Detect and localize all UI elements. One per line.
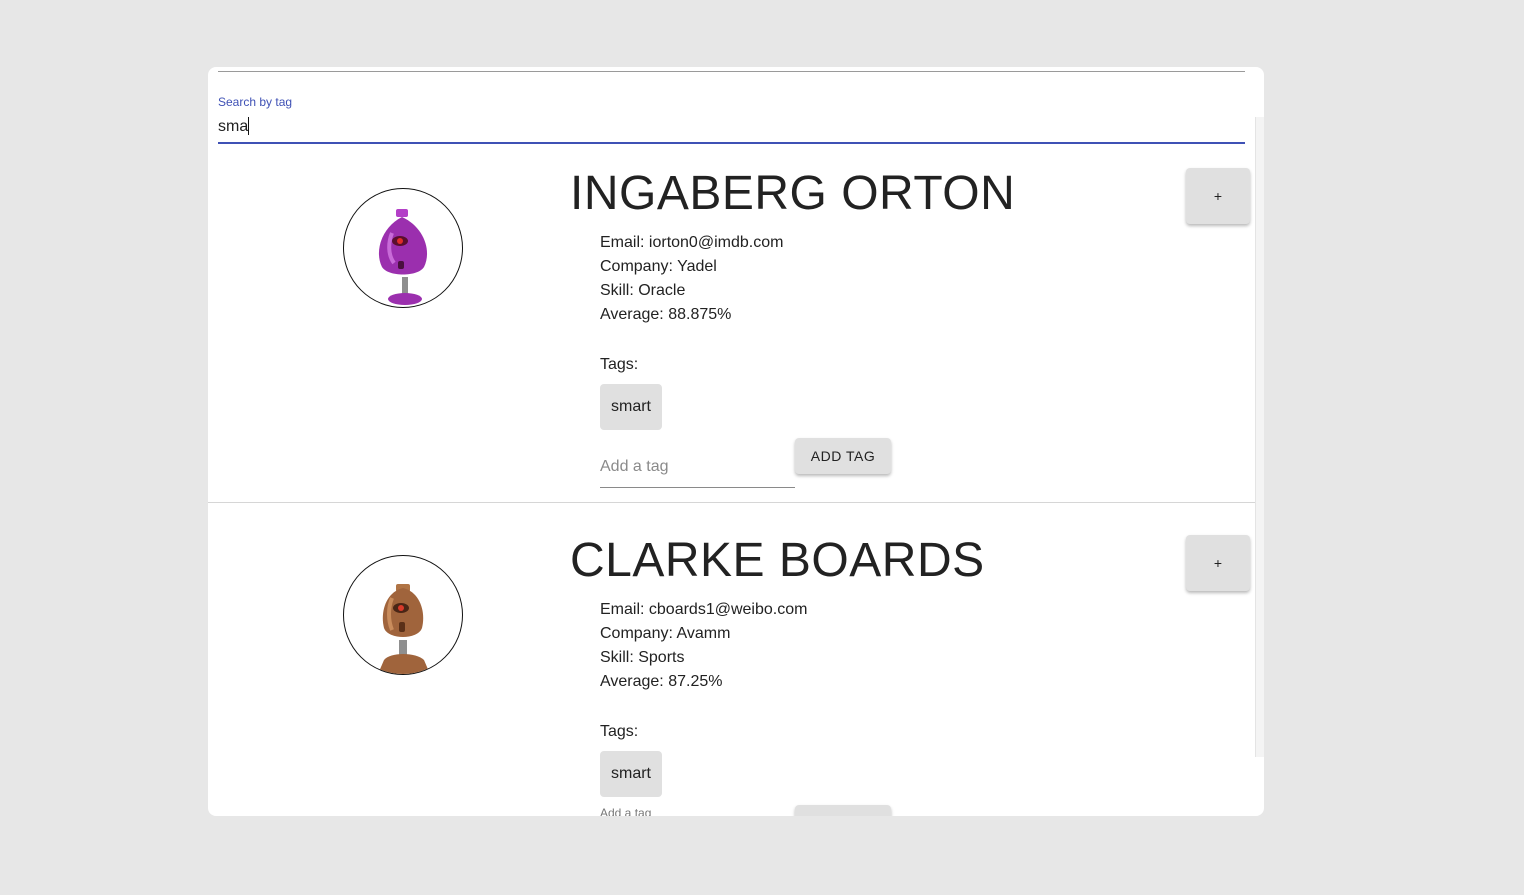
student-details: Email: cboards1@weibo.com Company: Avamm… — [600, 598, 807, 694]
average-value: 87.25% — [668, 673, 723, 690]
tag-search-input[interactable] — [218, 114, 1245, 140]
add-tag-underline — [600, 487, 795, 488]
average-row: Average: 87.25% — [600, 673, 723, 690]
text-caret — [248, 117, 249, 135]
student-card: CLARKE BOARDS Email: cboards1@weibo.com … — [208, 502, 1255, 816]
average-row: Average: 88.875% — [600, 306, 732, 323]
divider — [218, 71, 1245, 72]
average-value: 88.875% — [668, 306, 732, 323]
skill-value: Sports — [638, 649, 685, 666]
student-details: Email: iorton0@imdb.com Company: Yadel S… — [600, 231, 783, 327]
company-value: Yadel — [677, 258, 717, 275]
tag-search-field[interactable]: Search by tag — [218, 95, 1245, 144]
student-list-card: Search by tag INGABERG ORTON Email: iort… — [208, 67, 1264, 816]
add-tag-button[interactable]: ADD TAG — [795, 438, 891, 474]
tag-chip: smart — [600, 751, 662, 797]
add-tag-field[interactable] — [600, 447, 795, 488]
email-value: cboards1@weibo.com — [648, 601, 808, 618]
student-card: INGABERG ORTON Email: iorton0@imdb.com C… — [208, 144, 1255, 511]
search-label: Search by tag — [218, 95, 293, 109]
expand-grades-button[interactable]: + — [1186, 535, 1250, 591]
robot-avatar-brown-icon — [378, 584, 430, 674]
student-avatar — [343, 188, 463, 308]
email-row: Email: cboards1@weibo.com — [600, 601, 808, 618]
scrollbar[interactable] — [1255, 117, 1264, 757]
robot-avatar-purple-icon — [378, 209, 428, 305]
email-row: Email: iorton0@imdb.com — [600, 234, 784, 251]
email-value: iorton0@imdb.com — [648, 234, 784, 251]
student-name: INGABERG ORTON — [570, 167, 1016, 220]
tags-label: Tags: — [600, 723, 639, 740]
company-row: Company: Avamm — [600, 625, 731, 642]
tags-label: Tags: — [600, 356, 639, 373]
add-tag-button[interactable]: ADD TAG — [795, 805, 891, 816]
skill-value: Oracle — [638, 282, 686, 299]
expand-grades-button[interactable]: + — [1186, 168, 1250, 224]
skill-row: Skill: Sports — [600, 649, 685, 666]
add-tag-input[interactable] — [600, 455, 795, 479]
company-value: Avamm — [676, 625, 731, 642]
student-avatar — [343, 555, 463, 675]
tag-chip: smart — [600, 384, 662, 430]
company-row: Company: Yadel — [600, 258, 717, 275]
student-name: CLARKE BOARDS — [570, 534, 985, 587]
add-tag-label: Add a tag — [600, 806, 652, 816]
skill-row: Skill: Oracle — [600, 282, 686, 299]
